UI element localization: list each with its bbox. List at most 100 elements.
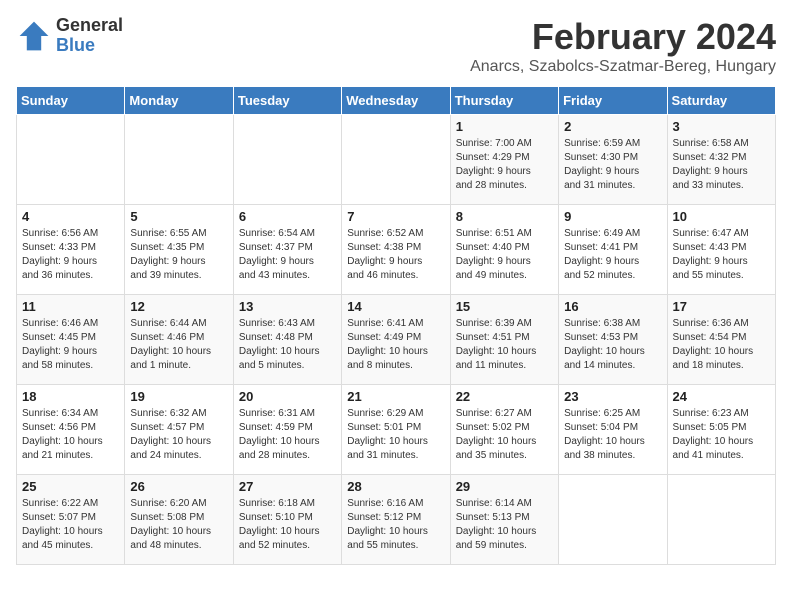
day-number: 14	[347, 299, 444, 314]
day-number: 26	[130, 479, 227, 494]
calendar-cell: 20Sunrise: 6:31 AM Sunset: 4:59 PM Dayli…	[233, 385, 341, 475]
calendar-cell: 3 Sunrise: 6:58 AM Sunset: 4:32 PM Daylig…	[667, 115, 775, 205]
week-row-3: 11 Sunrise: 6:46 AM Sunset: 4:45 PM Dayli…	[17, 295, 776, 385]
day-info: Sunrise: 6:31 AM Sunset: 4:59 PM Dayligh…	[239, 407, 336, 463]
calendar-cell	[233, 115, 341, 205]
day-info: Sunrise: 6:29 AM Sunset: 5:01 PM Dayligh…	[347, 407, 444, 463]
day-number: 4	[22, 209, 119, 224]
day-number: 3	[673, 119, 770, 134]
day-info: Sunrise: 6:58 AM Sunset: 4:32 PM Dayligh…	[673, 137, 770, 193]
calendar-cell: 26 Sunrise: 6:20 AM Sunset: 5:08 PM Dayli…	[125, 475, 233, 565]
day-number: 25	[22, 479, 119, 494]
day-number: 6	[239, 209, 336, 224]
day-info: Sunrise: 6:43 AM Sunset: 4:48 PM Dayligh…	[239, 317, 336, 373]
day-info: Sunrise: 6:34 AM Sunset: 4:56 PM Dayligh…	[22, 407, 119, 463]
day-number: 27	[239, 479, 336, 494]
day-number: 21	[347, 389, 444, 404]
day-info: Sunrise: 6:20 AM Sunset: 5:08 PM Dayligh…	[130, 497, 227, 553]
day-header-saturday: Saturday	[667, 87, 775, 115]
week-row-4: 18 Sunrise: 6:34 AM Sunset: 4:56 PM Dayli…	[17, 385, 776, 475]
calendar-cell: 23 Sunrise: 6:25 AM Sunset: 5:04 PM Dayli…	[559, 385, 667, 475]
calendar-cell: 13 Sunrise: 6:43 AM Sunset: 4:48 PM Dayli…	[233, 295, 341, 385]
week-row-2: 4 Sunrise: 6:56 AM Sunset: 4:33 PM Daylig…	[17, 205, 776, 295]
calendar-cell: 29 Sunrise: 6:14 AM Sunset: 5:13 PM Dayli…	[450, 475, 558, 565]
calendar-subtitle: Anarcs, Szabolcs-Szatmar-Bereg, Hungary	[470, 58, 776, 76]
day-header-tuesday: Tuesday	[233, 87, 341, 115]
day-header-wednesday: Wednesday	[342, 87, 450, 115]
day-number: 7	[347, 209, 444, 224]
week-row-1: 1 Sunrise: 7:00 AM Sunset: 4:29 PM Daylig…	[17, 115, 776, 205]
day-number: 11	[22, 299, 119, 314]
day-number: 5	[130, 209, 227, 224]
calendar-cell: 27 Sunrise: 6:18 AM Sunset: 5:10 PM Dayli…	[233, 475, 341, 565]
week-row-5: 25 Sunrise: 6:22 AM Sunset: 5:07 PM Dayli…	[17, 475, 776, 565]
day-number: 12	[130, 299, 227, 314]
day-header-sunday: Sunday	[17, 87, 125, 115]
day-info: Sunrise: 6:41 AM Sunset: 4:49 PM Dayligh…	[347, 317, 444, 373]
day-info: Sunrise: 6:56 AM Sunset: 4:33 PM Dayligh…	[22, 227, 119, 283]
day-info: Sunrise: 6:36 AM Sunset: 4:54 PM Dayligh…	[673, 317, 770, 373]
day-info: Sunrise: 6:55 AM Sunset: 4:35 PM Dayligh…	[130, 227, 227, 283]
calendar-cell: 4 Sunrise: 6:56 AM Sunset: 4:33 PM Daylig…	[17, 205, 125, 295]
day-info: Sunrise: 6:22 AM Sunset: 5:07 PM Dayligh…	[22, 497, 119, 553]
day-number: 17	[673, 299, 770, 314]
day-info: Sunrise: 6:16 AM Sunset: 5:12 PM Dayligh…	[347, 497, 444, 553]
day-number: 23	[564, 389, 661, 404]
calendar-cell: 7 Sunrise: 6:52 AM Sunset: 4:38 PM Daylig…	[342, 205, 450, 295]
day-info: Sunrise: 6:47 AM Sunset: 4:43 PM Dayligh…	[673, 227, 770, 283]
day-number: 13	[239, 299, 336, 314]
day-number: 10	[673, 209, 770, 224]
calendar-cell	[342, 115, 450, 205]
calendar-cell: 11 Sunrise: 6:46 AM Sunset: 4:45 PM Dayli…	[17, 295, 125, 385]
calendar-cell: 12Sunrise: 6:44 AM Sunset: 4:46 PM Dayli…	[125, 295, 233, 385]
day-info: Sunrise: 6:38 AM Sunset: 4:53 PM Dayligh…	[564, 317, 661, 373]
day-info: Sunrise: 6:23 AM Sunset: 5:05 PM Dayligh…	[673, 407, 770, 463]
day-number: 1	[456, 119, 553, 134]
day-number: 29	[456, 479, 553, 494]
day-info: Sunrise: 6:18 AM Sunset: 5:10 PM Dayligh…	[239, 497, 336, 553]
day-number: 22	[456, 389, 553, 404]
calendar-cell: 10 Sunrise: 6:47 AM Sunset: 4:43 PM Dayli…	[667, 205, 775, 295]
calendar-cell: 9 Sunrise: 6:49 AM Sunset: 4:41 PM Daylig…	[559, 205, 667, 295]
calendar-cell: 6Sunrise: 6:54 AM Sunset: 4:37 PM Daylig…	[233, 205, 341, 295]
day-info: Sunrise: 6:39 AM Sunset: 4:51 PM Dayligh…	[456, 317, 553, 373]
day-number: 18	[22, 389, 119, 404]
calendar-cell: 22 Sunrise: 6:27 AM Sunset: 5:02 PM Dayli…	[450, 385, 558, 475]
calendar-cell: 5 Sunrise: 6:55 AM Sunset: 4:35 PM Daylig…	[125, 205, 233, 295]
day-header-monday: Monday	[125, 87, 233, 115]
calendar-cell: 8Sunrise: 6:51 AM Sunset: 4:40 PM Daylig…	[450, 205, 558, 295]
calendar-cell: 2Sunrise: 6:59 AM Sunset: 4:30 PM Daylig…	[559, 115, 667, 205]
day-number: 8	[456, 209, 553, 224]
calendar-cell: 17 Sunrise: 6:36 AM Sunset: 4:54 PM Dayli…	[667, 295, 775, 385]
calendar-cell: 15 Sunrise: 6:39 AM Sunset: 4:51 PM Dayli…	[450, 295, 558, 385]
calendar-title: February 2024	[470, 16, 776, 58]
calendar-cell	[667, 475, 775, 565]
calendar-cell: 16Sunrise: 6:38 AM Sunset: 4:53 PM Dayli…	[559, 295, 667, 385]
day-header-friday: Friday	[559, 87, 667, 115]
day-info: Sunrise: 6:14 AM Sunset: 5:13 PM Dayligh…	[456, 497, 553, 553]
day-info: Sunrise: 7:00 AM Sunset: 4:29 PM Dayligh…	[456, 137, 553, 193]
day-number: 15	[456, 299, 553, 314]
day-info: Sunrise: 6:27 AM Sunset: 5:02 PM Dayligh…	[456, 407, 553, 463]
calendar-table: SundayMondayTuesdayWednesdayThursdayFrid…	[16, 86, 776, 565]
calendar-cell: 25 Sunrise: 6:22 AM Sunset: 5:07 PM Dayli…	[17, 475, 125, 565]
logo: General Blue	[16, 16, 123, 56]
calendar-cell: 14 Sunrise: 6:41 AM Sunset: 4:49 PM Dayli…	[342, 295, 450, 385]
day-info: Sunrise: 6:49 AM Sunset: 4:41 PM Dayligh…	[564, 227, 661, 283]
day-info: Sunrise: 6:52 AM Sunset: 4:38 PM Dayligh…	[347, 227, 444, 283]
logo-general-text: General	[56, 16, 123, 36]
day-info: Sunrise: 6:46 AM Sunset: 4:45 PM Dayligh…	[22, 317, 119, 373]
calendar-cell: 18 Sunrise: 6:34 AM Sunset: 4:56 PM Dayli…	[17, 385, 125, 475]
header: General Blue February 2024 Anarcs, Szabo…	[16, 16, 776, 76]
day-info: Sunrise: 6:59 AM Sunset: 4:30 PM Dayligh…	[564, 137, 661, 193]
logo-icon	[16, 18, 52, 54]
calendar-cell: 1 Sunrise: 7:00 AM Sunset: 4:29 PM Daylig…	[450, 115, 558, 205]
calendar-cell: 19Sunrise: 6:32 AM Sunset: 4:57 PM Dayli…	[125, 385, 233, 475]
day-number: 24	[673, 389, 770, 404]
title-area: February 2024 Anarcs, Szabolcs-Szatmar-B…	[470, 16, 776, 76]
day-number: 9	[564, 209, 661, 224]
day-info: Sunrise: 6:25 AM Sunset: 5:04 PM Dayligh…	[564, 407, 661, 463]
calendar-cell: 24 Sunrise: 6:23 AM Sunset: 5:05 PM Dayli…	[667, 385, 775, 475]
day-number: 28	[347, 479, 444, 494]
calendar-cell: 28 Sunrise: 6:16 AM Sunset: 5:12 PM Dayli…	[342, 475, 450, 565]
